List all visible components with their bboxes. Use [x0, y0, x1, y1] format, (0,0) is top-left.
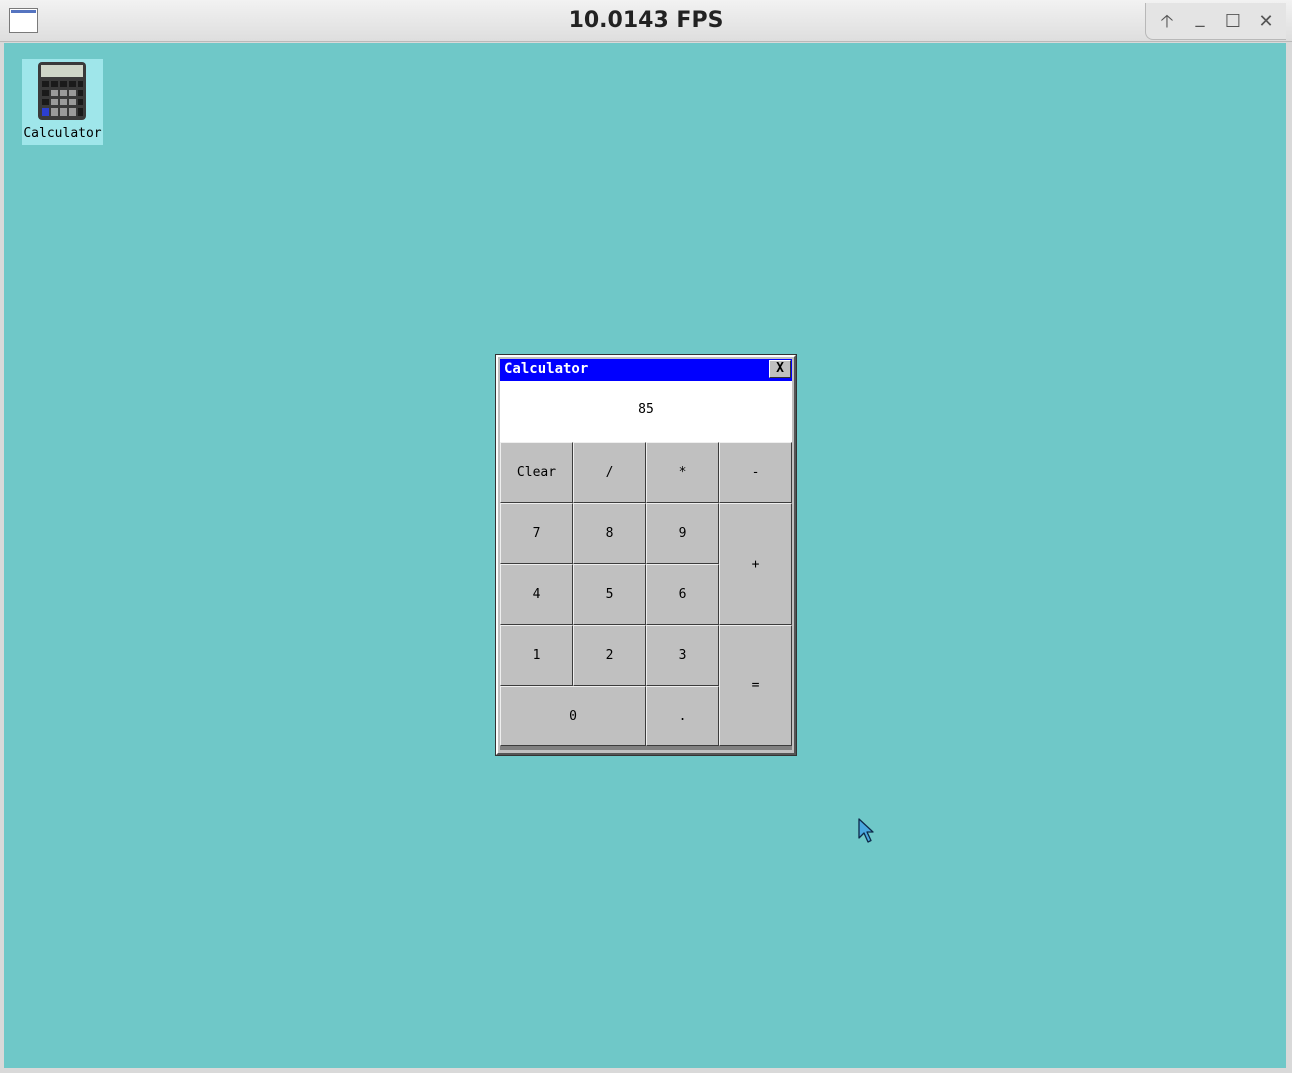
window-controls: 🡡 _ ☐ ✕ [1145, 3, 1286, 40]
minimize-icon[interactable]: _ [1189, 7, 1211, 29]
digit-4-button[interactable]: 4 [500, 564, 573, 625]
calculator-display: 85 [500, 381, 792, 442]
digit-1-button[interactable]: 1 [500, 625, 573, 686]
close-icon[interactable]: ✕ [1255, 11, 1277, 33]
digit-9-button[interactable]: 9 [646, 503, 719, 564]
calculator-icon [38, 62, 86, 120]
clear-button[interactable]: Clear [500, 442, 573, 503]
calculator-titlebar[interactable]: Calculator X [500, 359, 792, 381]
multiply-button[interactable]: * [646, 442, 719, 503]
digit-3-button[interactable]: 3 [646, 625, 719, 686]
desktop-icon-calculator[interactable]: Calculator [22, 59, 103, 145]
calculator-bottom-edge [500, 746, 792, 750]
calculator-window: Calculator X 85 Clear / * - 7 8 9 + 4 5 … [495, 354, 797, 756]
desktop: Calculator Calculator X 85 Clear / * - 7… [4, 43, 1286, 1068]
keep-above-icon[interactable]: 🡡 [1156, 11, 1178, 33]
mouse-cursor-icon [858, 818, 874, 843]
minus-button[interactable]: - [719, 442, 792, 503]
window-title: 10.0143 FPS [568, 8, 724, 33]
equals-button[interactable]: = [719, 625, 792, 746]
calculator-close-button[interactable]: X [769, 360, 791, 378]
desktop-icon-label: Calculator [23, 126, 102, 141]
host-titlebar: 10.0143 FPS 🡡 _ ☐ ✕ [0, 0, 1292, 42]
calculator-title: Calculator [504, 361, 589, 377]
decimal-point-button[interactable]: . [646, 686, 719, 746]
digit-8-button[interactable]: 8 [573, 503, 646, 564]
divide-button[interactable]: / [573, 442, 646, 503]
digit-2-button[interactable]: 2 [573, 625, 646, 686]
plus-button[interactable]: + [719, 503, 792, 625]
maximize-icon[interactable]: ☐ [1222, 11, 1244, 33]
digit-5-button[interactable]: 5 [573, 564, 646, 625]
digit-7-button[interactable]: 7 [500, 503, 573, 564]
digit-6-button[interactable]: 6 [646, 564, 719, 625]
digit-0-button[interactable]: 0 [500, 686, 646, 746]
